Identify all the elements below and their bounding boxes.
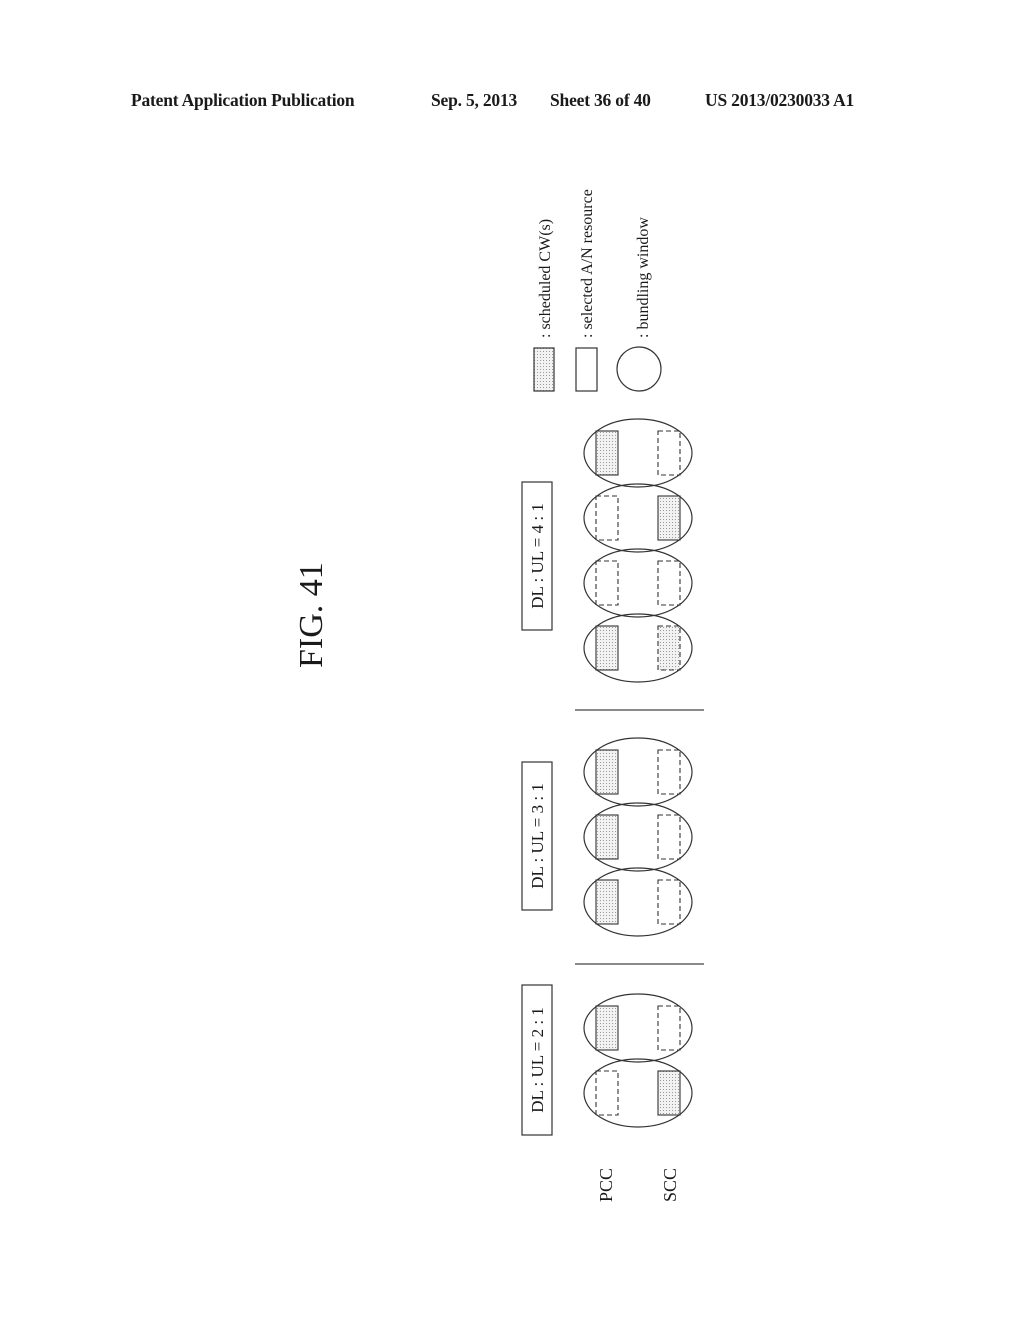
figure-diagram: FIG. 41 : scheduled CW(s) : selected A/N… — [293, 189, 704, 1202]
legend-label-scheduled: : scheduled CW(s) — [537, 219, 554, 338]
solid-rect-icon — [575, 347, 598, 392]
pcc-box-scheduled-cw-selected-resource — [595, 814, 619, 860]
legend: : scheduled CW(s) : selected A/N resourc… — [533, 189, 662, 392]
scc-box-unselected-resource — [657, 1005, 681, 1051]
bundling-window — [583, 867, 693, 937]
pcc-box-unselected-resource — [595, 560, 619, 606]
pcc-box-unselected-resource — [595, 495, 619, 541]
bundling-window — [583, 1058, 693, 1128]
pcc-box-scheduled-cw-selected-resource — [595, 430, 619, 476]
scc-box-scheduled-cw-selected-resource — [657, 1070, 681, 1116]
scc-box-unselected-resource — [657, 430, 681, 476]
scc-box-unselected-resource — [657, 879, 681, 925]
row-label-scc: SCC — [660, 1168, 680, 1202]
scc-box-unselected-resource — [657, 560, 681, 606]
pcc-box-scheduled-cw-selected-resource — [595, 879, 619, 925]
bundling-window — [583, 548, 693, 618]
legend-label-bundling: : bundling window — [635, 217, 652, 338]
bundling-window-ellipse — [583, 548, 693, 618]
pcc-box-scheduled-cw-selected-resource — [595, 1005, 619, 1051]
bundling-window — [583, 737, 693, 807]
bundling-window — [583, 418, 693, 488]
row-label-pcc: PCC — [596, 1168, 616, 1202]
scc-box-scheduled-cw-selected-resource — [657, 495, 681, 541]
bundling-window — [583, 483, 693, 553]
bundling-window — [583, 613, 693, 683]
shaded-rect-icon — [533, 347, 555, 392]
pcc-box-scheduled-cw-selected-resource — [595, 625, 619, 671]
scc-box-unselected-resource — [657, 814, 681, 860]
ratio-label: DL : UL = 4 : 1 — [528, 503, 547, 609]
circle-icon — [616, 346, 662, 392]
bundling-window — [583, 802, 693, 872]
scc-box-unselected-resource — [657, 749, 681, 795]
pcc-box-unselected-resource — [595, 1070, 619, 1116]
bundling-window — [583, 993, 693, 1063]
ratio-label: DL : UL = 3 : 1 — [528, 783, 547, 889]
figure-title: FIG. 41 — [293, 562, 330, 668]
legend-label-selected: : selected A/N resource — [579, 189, 596, 338]
pcc-box-scheduled-cw-selected-resource — [595, 749, 619, 795]
ratio-label: DL : UL = 2 : 1 — [528, 1007, 547, 1113]
scc-box-scheduled-cw-unselected-resource — [657, 625, 681, 671]
